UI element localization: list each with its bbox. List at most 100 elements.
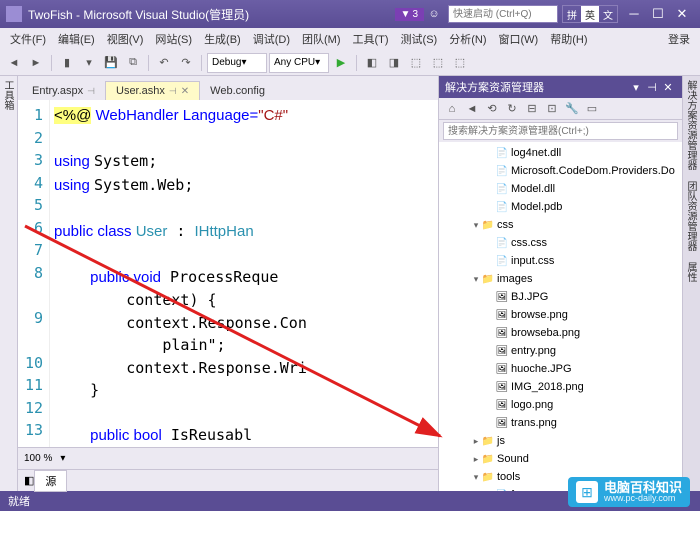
- view-tabs: ◧ 源: [18, 469, 438, 491]
- menu-file[interactable]: 文件(F): [4, 29, 52, 49]
- back-icon[interactable]: ◄: [463, 100, 481, 118]
- properties-icon[interactable]: 🔧: [563, 100, 581, 118]
- zoom-level[interactable]: 100 %: [24, 453, 52, 464]
- menu-analyze[interactable]: 分析(N): [443, 29, 492, 49]
- open-icon[interactable]: ▾: [79, 53, 99, 73]
- tree-item[interactable]: 📄Model.dll: [439, 180, 682, 198]
- notification-badge[interactable]: ▼3: [395, 8, 424, 21]
- tree-item[interactable]: 📄Model.pdb: [439, 198, 682, 216]
- save-icon[interactable]: 💾: [101, 53, 121, 73]
- platform-combo[interactable]: Any CPU ▾: [269, 53, 329, 73]
- tree-item[interactable]: 📄log4net.dll: [439, 144, 682, 162]
- tb-icon-1[interactable]: ◧: [362, 53, 382, 73]
- menu-build[interactable]: 生成(B): [198, 29, 247, 49]
- solution-search-input[interactable]: [443, 122, 678, 140]
- menu-tools[interactable]: 工具(T): [347, 29, 395, 49]
- config-combo[interactable]: Debug ▾: [207, 53, 267, 73]
- tree-item[interactable]: 📄Microsoft.CodeDom.Providers.Do: [439, 162, 682, 180]
- tree-item-label: browse.png: [511, 309, 568, 321]
- nav-fwd-icon[interactable]: ►: [26, 53, 46, 73]
- redo-icon[interactable]: ↷: [176, 53, 196, 73]
- close-icon[interactable]: ✕: [181, 86, 189, 97]
- toolbar: ◄ ► ▮ ▾ 💾 ⧉ ↶ ↷ Debug ▾ Any CPU ▾ ▶ ◧ ◨ …: [0, 50, 700, 76]
- tree-item-label: f.cs: [511, 489, 528, 491]
- file-icon: 📄: [495, 148, 509, 159]
- tree-item[interactable]: 🖼browseba.png: [439, 324, 682, 342]
- tb-icon-4[interactable]: ⬚: [428, 53, 448, 73]
- nav-back-icon[interactable]: ◄: [4, 53, 24, 73]
- menu-edit[interactable]: 编辑(E): [52, 29, 101, 49]
- tree-item-label: js: [497, 435, 505, 447]
- expand-icon[interactable]: ▸: [471, 454, 481, 465]
- tree-item[interactable]: ▸📁Sound: [439, 450, 682, 468]
- menu-debug[interactable]: 调试(D): [247, 29, 296, 49]
- menu-window[interactable]: 窗口(W): [493, 29, 545, 49]
- tree-item[interactable]: 📄css.css: [439, 234, 682, 252]
- tab-entry-aspx[interactable]: Entry.aspx⊣: [22, 82, 105, 100]
- menu-website[interactable]: 网站(S): [149, 29, 198, 49]
- solution-tree[interactable]: 📄log4net.dll📄Microsoft.CodeDom.Providers…: [439, 142, 682, 491]
- status-text: 就绪: [8, 493, 30, 509]
- code-content[interactable]: <%@ WebHandler Language="C#" using Syste…: [50, 100, 438, 447]
- tree-item[interactable]: 📄input.css: [439, 252, 682, 270]
- right-tool-tabs[interactable]: 解决方案资源管理器 团队资源管理器 属性: [682, 76, 700, 491]
- toolbox-tab[interactable]: 工具箱: [0, 76, 18, 491]
- zoom-dropdown-icon[interactable]: ▾: [60, 453, 65, 464]
- collapse-icon[interactable]: ⊟: [523, 100, 541, 118]
- tree-item[interactable]: 🖼IMG_2018.png: [439, 378, 682, 396]
- ime-lang: 英: [581, 6, 599, 22]
- solution-explorer-title: 解决方案资源管理器: [445, 79, 544, 95]
- tree-item[interactable]: ▸📁js: [439, 432, 682, 450]
- maximize-button[interactable]: ☐: [646, 4, 670, 24]
- pin-icon[interactable]: ⊣: [87, 86, 95, 97]
- tree-item[interactable]: 🖼browse.png: [439, 306, 682, 324]
- quick-launch-input[interactable]: [448, 5, 558, 23]
- refresh-icon[interactable]: ↻: [503, 100, 521, 118]
- tree-item-label: trans.png: [511, 417, 557, 429]
- minimize-button[interactable]: ─: [622, 4, 646, 24]
- file-icon: 📁: [481, 454, 495, 465]
- tb-icon-3[interactable]: ⬚: [406, 53, 426, 73]
- sign-in-button[interactable]: 登录: [662, 29, 696, 49]
- expand-icon[interactable]: ▾: [471, 274, 481, 285]
- home-icon[interactable]: ⌂: [443, 100, 461, 118]
- window-menu-icon[interactable]: ▾: [628, 81, 644, 94]
- tb-icon-5[interactable]: ⬚: [450, 53, 470, 73]
- feedback-icon[interactable]: ☺: [424, 4, 444, 24]
- undo-icon[interactable]: ↶: [154, 53, 174, 73]
- expand-icon[interactable]: ▸: [485, 490, 495, 492]
- tb-icon-2[interactable]: ◨: [384, 53, 404, 73]
- sync-icon[interactable]: ⟲: [483, 100, 501, 118]
- tree-item[interactable]: 🖼entry.png: [439, 342, 682, 360]
- save-all-icon[interactable]: ⧉: [123, 53, 143, 73]
- pin-icon[interactable]: ⊣: [644, 81, 660, 94]
- tab-web-config[interactable]: Web.config: [200, 82, 275, 100]
- tree-item[interactable]: ▾📁images: [439, 270, 682, 288]
- menu-view[interactable]: 视图(V): [101, 29, 150, 49]
- tree-item[interactable]: ▾📁css: [439, 216, 682, 234]
- solution-explorer-title-bar[interactable]: 解决方案资源管理器 ▾ ⊣ ✕: [439, 76, 682, 98]
- menu-help[interactable]: 帮助(H): [544, 29, 593, 49]
- close-button[interactable]: ✕: [670, 4, 694, 24]
- tab-user-ashx[interactable]: User.ashx⊣✕: [105, 81, 200, 100]
- preview-icon[interactable]: ▭: [583, 100, 601, 118]
- show-all-icon[interactable]: ⊡: [543, 100, 561, 118]
- expand-icon[interactable]: ▾: [471, 220, 481, 231]
- start-icon[interactable]: ▶: [331, 53, 351, 73]
- new-file-icon[interactable]: ▮: [57, 53, 77, 73]
- tree-item[interactable]: 🖼BJ.JPG: [439, 288, 682, 306]
- pin-icon[interactable]: ⊣: [169, 86, 177, 97]
- tree-item[interactable]: 🖼trans.png: [439, 414, 682, 432]
- expand-icon[interactable]: ▸: [471, 436, 481, 447]
- source-tab[interactable]: 源: [34, 470, 67, 492]
- tree-item[interactable]: 🖼huoche.JPG: [439, 360, 682, 378]
- tree-item[interactable]: 🖼logo.png: [439, 396, 682, 414]
- file-icon: 🖼: [495, 382, 509, 393]
- close-icon[interactable]: ✕: [660, 81, 676, 94]
- expand-icon[interactable]: ▾: [471, 472, 481, 483]
- menu-team[interactable]: 团队(M): [296, 29, 347, 49]
- ime-indicator[interactable]: 拼 英 文: [562, 5, 618, 23]
- file-icon: 📄: [495, 166, 509, 177]
- code-editor[interactable]: 12345678910111213 <%@ WebHandler Languag…: [18, 100, 438, 447]
- menu-test[interactable]: 测试(S): [395, 29, 444, 49]
